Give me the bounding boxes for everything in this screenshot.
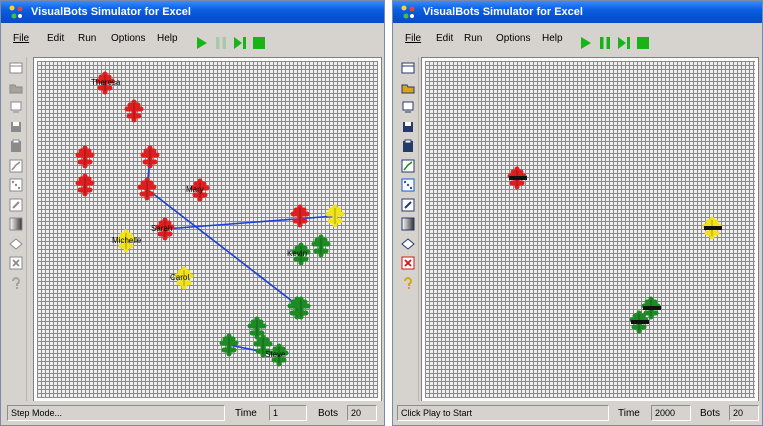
gradient-icon[interactable] (401, 217, 415, 231)
help-icon[interactable] (401, 276, 415, 290)
help-icon[interactable] (9, 276, 23, 290)
menu-options[interactable]: Options (496, 33, 530, 44)
bots-value: 20 (347, 405, 377, 421)
window-title: VisualBots Simulator for Excel (31, 6, 191, 18)
status-message: Click Play to Start (397, 405, 609, 421)
bot[interactable] (137, 177, 157, 201)
tool-strip (398, 57, 419, 402)
bots-label: Bots (700, 408, 721, 419)
edit-icon[interactable] (401, 198, 415, 212)
bot[interactable] (291, 296, 311, 320)
pause-icon[interactable] (214, 36, 228, 50)
dice-icon[interactable] (401, 178, 415, 192)
step-icon[interactable] (617, 36, 631, 50)
menu-file[interactable]: File (13, 33, 29, 44)
bot[interactable] (75, 173, 95, 197)
bot-label: Sarah (151, 224, 172, 233)
stop-icon[interactable] (252, 36, 266, 50)
menu-edit[interactable]: Edit (47, 33, 64, 44)
simulation-canvas[interactable] (421, 57, 759, 402)
gradient-icon[interactable] (9, 217, 23, 231)
simulator-window-step-mode: VisualBots Simulator for Excel File Edit… (0, 0, 385, 426)
time-label: Time (618, 408, 640, 419)
menu-help[interactable]: Help (157, 33, 178, 44)
simulation-canvas[interactable]: Theresa Sarah Mary Michelle Carol Kevin Steve (33, 57, 382, 402)
bot[interactable] (311, 234, 331, 258)
bot-label: Michelle (112, 236, 142, 245)
time-label: Time (235, 408, 257, 419)
chart-icon[interactable] (9, 159, 23, 173)
bots-layer: Theresa Sarah Mary Michelle Carol Kevin Steve (75, 71, 345, 367)
edit-icon[interactable] (9, 198, 23, 212)
title-bar: VisualBots Simulator for Excel (1, 1, 384, 23)
save-icon[interactable] (9, 120, 23, 134)
bot[interactable] (247, 316, 267, 340)
pause-icon[interactable] (598, 36, 612, 50)
play-icon[interactable] (578, 36, 592, 50)
simulation-grid (425, 61, 755, 398)
diamond-icon[interactable] (9, 237, 23, 251)
bot-label: Mary (186, 185, 204, 194)
export-icon[interactable] (401, 100, 415, 114)
bot-label: Theresa (91, 78, 121, 87)
open-folder-icon[interactable] (401, 81, 415, 95)
chart-icon[interactable] (401, 159, 415, 173)
menu-file[interactable]: File (405, 33, 421, 44)
bots-label: Bots (318, 408, 339, 419)
save-icon[interactable] (401, 120, 415, 134)
menu-run[interactable]: Run (78, 33, 96, 44)
menu-edit[interactable]: Edit (436, 33, 453, 44)
bot[interactable] (140, 145, 160, 169)
menu-bar: File Edit Run Options Help (393, 23, 762, 55)
visualbots-logo-icon (401, 5, 415, 19)
menu-options[interactable]: Options (111, 33, 145, 44)
clipboard-icon[interactable] (401, 139, 415, 153)
status-message: Step Mode... (7, 405, 225, 421)
menu-run[interactable]: Run (464, 33, 482, 44)
title-bar: VisualBots Simulator for Excel (393, 1, 762, 23)
bot[interactable] (325, 204, 345, 228)
menu-help[interactable]: Help (542, 33, 563, 44)
bots-layer (507, 166, 722, 334)
close-icon[interactable] (9, 256, 23, 270)
open-folder-icon[interactable] (9, 81, 23, 95)
tool-strip (6, 57, 27, 402)
time-value: 1 (269, 405, 307, 421)
status-bar: Click Play to Start Time 2000 Bots 20 (393, 401, 762, 425)
bot[interactable] (75, 145, 95, 169)
bots-value: 20 (729, 405, 759, 421)
export-icon[interactable] (9, 100, 23, 114)
time-value: 2000 (651, 405, 691, 421)
dice-icon[interactable] (9, 178, 23, 192)
bot[interactable] (124, 99, 144, 123)
status-bar: Step Mode... Time 1 Bots 20 (1, 401, 384, 425)
simulation-grid: Theresa Sarah Mary Michelle Carol Kevin Steve (37, 61, 378, 398)
visualbots-logo-icon (9, 5, 23, 19)
menu-bar: File Edit Run Options Help (1, 23, 384, 55)
diamond-icon[interactable] (401, 237, 415, 251)
bot-link-line (146, 188, 302, 309)
play-icon[interactable] (194, 36, 208, 50)
window-title: VisualBots Simulator for Excel (423, 6, 583, 18)
bot[interactable] (290, 204, 310, 228)
stop-icon[interactable] (636, 36, 650, 50)
bot-label: Steve (265, 350, 286, 359)
clipboard-icon[interactable] (9, 139, 23, 153)
bot[interactable] (219, 333, 239, 357)
grid-icon[interactable] (9, 61, 23, 75)
grid-icon[interactable] (401, 61, 415, 75)
bot-label: Kevin (287, 249, 307, 258)
simulator-window-finished: VisualBots Simulator for Excel File Edit… (392, 0, 763, 426)
step-icon[interactable] (233, 36, 247, 50)
bot-label: Carol (170, 273, 189, 282)
close-icon[interactable] (401, 256, 415, 270)
